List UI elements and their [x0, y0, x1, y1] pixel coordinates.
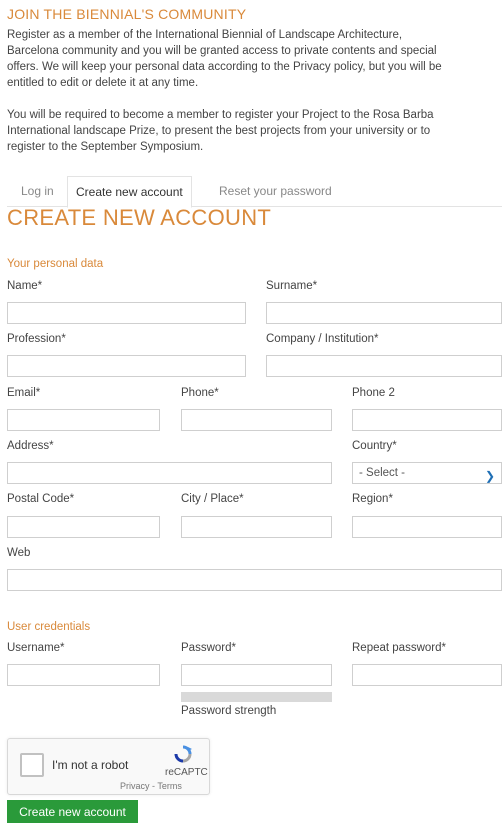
country-label: Country*: [352, 440, 397, 452]
password-strength-label: Password strength: [181, 705, 277, 717]
recaptcha-widget: I'm not a robot reCAPTC Privacy - Terms: [7, 738, 210, 795]
country-select[interactable]: - Select - ❯: [352, 462, 502, 484]
profession-label: Profession*: [7, 333, 66, 345]
join-title: JOIN THE BIENNIAL'S COMMUNITY: [7, 6, 247, 22]
intro-line: Register as a member of the Internationa…: [7, 29, 403, 41]
intro-line: entitled to edit or delete it at any tim…: [7, 77, 199, 89]
create-account-button[interactable]: Create new account: [7, 800, 138, 823]
repeat-password-input[interactable]: [352, 664, 502, 686]
company-input[interactable]: [266, 355, 502, 377]
password-strength-bar: [181, 692, 332, 702]
intro-line: register to the September Symposium.: [7, 141, 204, 153]
email-label: Email*: [7, 387, 41, 399]
city-label: City / Place*: [181, 493, 244, 505]
company-label: Company / Institution*: [266, 333, 379, 345]
intro-paragraph-2: You will be required to become a member …: [7, 107, 434, 155]
phone-input[interactable]: [181, 409, 332, 431]
registration-page: JOIN THE BIENNIAL'S COMMUNITY Register a…: [0, 0, 502, 823]
username-label: Username*: [7, 642, 65, 654]
address-input[interactable]: [7, 462, 332, 484]
phone-label: Phone*: [181, 387, 219, 399]
country-select-value: - Select -: [359, 467, 406, 479]
credentials-heading: User credentials: [7, 621, 91, 633]
name-label: Name*: [7, 280, 43, 292]
tab-create-account[interactable]: Create new account: [67, 176, 192, 208]
profession-input[interactable]: [7, 355, 246, 377]
email-field[interactable]: [7, 409, 160, 431]
page-title: CREATE NEW ACCOUNT: [7, 205, 272, 230]
web-label: Web: [7, 547, 31, 559]
recaptcha-brand: reCAPTC: [165, 767, 208, 778]
repeat-password-label: Repeat password*: [352, 642, 446, 654]
region-input[interactable]: [352, 516, 502, 538]
intro-paragraph-1: Register as a member of the Internationa…: [7, 27, 442, 91]
phone2-input[interactable]: [352, 409, 502, 431]
recaptcha-label: I'm not a robot: [52, 758, 129, 772]
web-input[interactable]: [7, 569, 502, 591]
address-label: Address*: [7, 440, 54, 452]
region-label: Region*: [352, 493, 393, 505]
recaptcha-checkbox[interactable]: [20, 753, 44, 777]
intro-line: offers. We will keep your personal data …: [7, 61, 442, 73]
password-label: Password*: [181, 642, 236, 654]
city-input[interactable]: [181, 516, 332, 538]
surname-input[interactable]: [266, 302, 502, 324]
intro-line: You will be required to become a member …: [7, 109, 434, 121]
postal-code-label: Postal Code*: [7, 493, 75, 505]
postal-code-input[interactable]: [7, 516, 160, 538]
intro-line: Barcelona community and you will be gran…: [7, 45, 437, 57]
intro-line: International landscape Prize, to presen…: [7, 125, 431, 137]
name-input[interactable]: [7, 302, 246, 324]
username-input[interactable]: [7, 664, 160, 686]
personal-data-heading: Your personal data: [7, 258, 104, 270]
chevron-down-icon: ❯: [484, 469, 495, 483]
account-tabs: Log in Create new account Reset your pas…: [7, 176, 502, 208]
tab-login[interactable]: Log in: [21, 176, 54, 206]
phone2-label: Phone 2: [352, 387, 395, 399]
tab-reset-password[interactable]: Reset your password: [219, 176, 332, 206]
recaptcha-links[interactable]: Privacy - Terms: [120, 781, 182, 791]
surname-label: Surname*: [266, 280, 318, 292]
recaptcha-logo-icon: [174, 745, 192, 763]
password-input[interactable]: [181, 664, 332, 686]
